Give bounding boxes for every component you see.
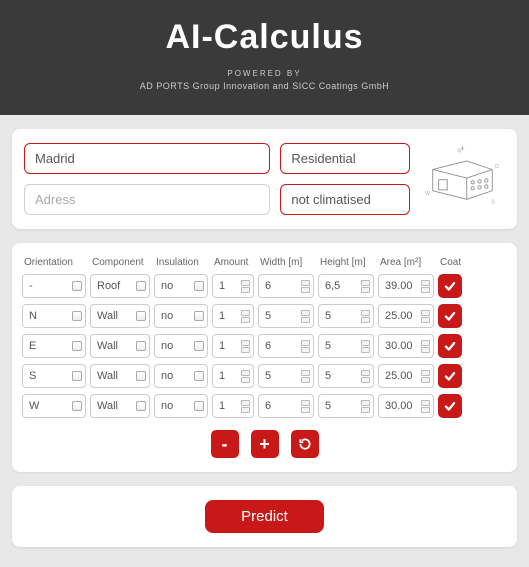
width-stepper[interactable]: 6 xyxy=(258,274,314,298)
area-stepper[interactable]: 25.00 xyxy=(378,304,434,328)
component-select[interactable]: Wall xyxy=(90,394,150,418)
col-insulation: Insulation xyxy=(156,257,210,268)
city-input[interactable]: Madrid xyxy=(24,143,270,174)
component-select[interactable]: Wall xyxy=(90,304,150,328)
height-stepper[interactable]: 5 xyxy=(318,364,374,388)
property-card: Madrid Residential Adress not climatised… xyxy=(12,129,517,229)
amount-stepper[interactable]: 1 xyxy=(212,274,254,298)
coat-checkbox[interactable] xyxy=(438,334,462,358)
col-orientation: Orientation xyxy=(24,257,88,268)
components-card: Orientation Component Insulation Amount … xyxy=(12,243,517,472)
svg-text:N: N xyxy=(457,149,461,155)
table-row: WWallno16530.00 xyxy=(22,394,507,418)
app-header: AI-Calculus POWERED BY AD PORTS Group In… xyxy=(0,0,529,115)
height-stepper[interactable]: 5 xyxy=(318,394,374,418)
insulation-select[interactable]: no xyxy=(154,334,208,358)
insulation-select[interactable]: no xyxy=(154,304,208,328)
svg-text:O: O xyxy=(495,164,499,170)
coat-checkbox[interactable] xyxy=(438,304,462,328)
orientation-select[interactable]: - xyxy=(22,274,86,298)
svg-text:S: S xyxy=(491,200,495,206)
coat-checkbox[interactable] xyxy=(438,394,462,418)
orientation-select[interactable]: S xyxy=(22,364,86,388)
col-coat: Coat xyxy=(440,257,468,268)
height-stepper[interactable]: 5 xyxy=(318,334,374,358)
app-title: AI-Calculus xyxy=(0,18,529,57)
area-stepper[interactable]: 25.00 xyxy=(378,364,434,388)
col-area: Area [m²] xyxy=(380,257,436,268)
amount-stepper[interactable]: 1 xyxy=(212,304,254,328)
table-header: Orientation Component Insulation Amount … xyxy=(22,257,507,274)
table-row: NWallno15525.00 xyxy=(22,304,507,328)
width-stepper[interactable]: 5 xyxy=(258,304,314,328)
orientation-select[interactable]: W xyxy=(22,394,86,418)
coat-checkbox[interactable] xyxy=(438,364,462,388)
building-sketch-icon: N O W S xyxy=(420,143,505,213)
insulation-select[interactable]: no xyxy=(154,394,208,418)
insulation-select[interactable]: no xyxy=(154,274,208,298)
component-select[interactable]: Wall xyxy=(90,334,150,358)
amount-stepper[interactable]: 1 xyxy=(212,364,254,388)
building-type-select[interactable]: Residential xyxy=(280,143,410,174)
predict-card: Predict xyxy=(12,486,517,547)
height-stepper[interactable]: 6,5 xyxy=(318,274,374,298)
height-stepper[interactable]: 5 xyxy=(318,304,374,328)
width-stepper[interactable]: 6 xyxy=(258,334,314,358)
amount-stepper[interactable]: 1 xyxy=(212,394,254,418)
reset-button[interactable] xyxy=(291,430,319,458)
width-stepper[interactable]: 5 xyxy=(258,364,314,388)
remove-row-button[interactable]: - xyxy=(211,430,239,458)
orientation-select[interactable]: N xyxy=(22,304,86,328)
row-controls: - + xyxy=(22,430,507,458)
component-select[interactable]: Roof xyxy=(90,274,150,298)
table-row: EWallno16530.00 xyxy=(22,334,507,358)
orientation-select[interactable]: E xyxy=(22,334,86,358)
predict-button[interactable]: Predict xyxy=(205,500,324,533)
companies-label: AD PORTS Group Innovation and SICC Coati… xyxy=(0,81,529,91)
svg-text:W: W xyxy=(425,191,430,197)
col-width: Width [m] xyxy=(260,257,316,268)
area-stepper[interactable]: 30.00 xyxy=(378,394,434,418)
component-select[interactable]: Wall xyxy=(90,364,150,388)
powered-by-label: POWERED BY xyxy=(0,69,529,78)
coat-checkbox[interactable] xyxy=(438,274,462,298)
table-row: -Roofno166,539.00 xyxy=(22,274,507,298)
climate-select[interactable]: not climatised xyxy=(280,184,410,215)
table-row: SWallno15525.00 xyxy=(22,364,507,388)
add-row-button[interactable]: + xyxy=(251,430,279,458)
col-height: Height [m] xyxy=(320,257,376,268)
address-input[interactable]: Adress xyxy=(24,184,270,215)
width-stepper[interactable]: 6 xyxy=(258,394,314,418)
insulation-select[interactable]: no xyxy=(154,364,208,388)
area-stepper[interactable]: 30.00 xyxy=(378,334,434,358)
amount-stepper[interactable]: 1 xyxy=(212,334,254,358)
col-amount: Amount xyxy=(214,257,256,268)
area-stepper[interactable]: 39.00 xyxy=(378,274,434,298)
col-component: Component xyxy=(92,257,152,268)
